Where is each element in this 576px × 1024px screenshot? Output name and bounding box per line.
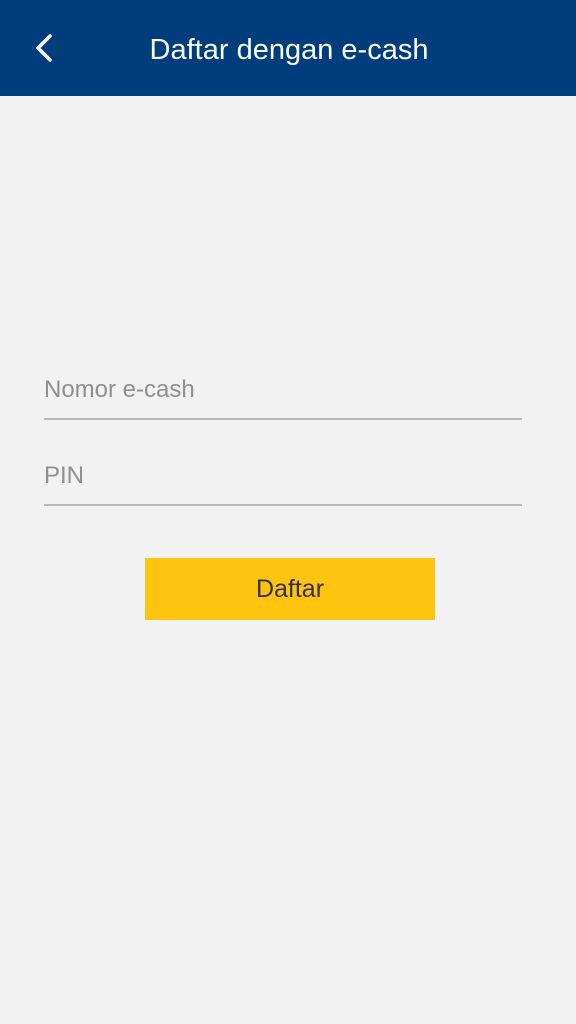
pin-field-wrapper	[44, 438, 522, 506]
ecash-number-field-wrapper	[44, 352, 522, 420]
ecash-number-input[interactable]	[44, 376, 522, 404]
app-bar: Daftar dengan e-cash	[0, 0, 576, 96]
register-button[interactable]: Daftar	[145, 558, 435, 620]
page-title: Daftar dengan e-cash	[149, 34, 429, 66]
register-screen: Daftar dengan e-cash Daftar	[0, 0, 576, 1024]
pin-input[interactable]	[44, 462, 522, 490]
register-form	[44, 352, 522, 506]
